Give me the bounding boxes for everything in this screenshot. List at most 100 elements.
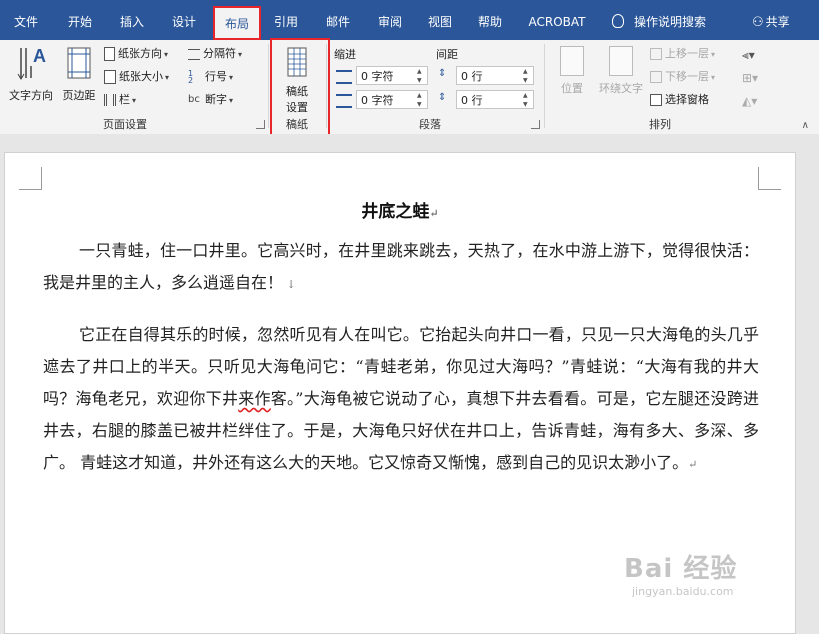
paragraph-2[interactable]: 它正在自得其乐的时候，忽然听见有人在叫它。它抬起头向井口一看，只见一只大海龟的头…: [43, 319, 759, 481]
group-objects-icon[interactable]: ⊞▾: [742, 71, 758, 85]
selection-pane-button[interactable]: 选择窗格: [650, 90, 709, 110]
ribbon-tab-bar: 文件 开始 插入 设计 布局 引用 邮件 审阅 视图 帮助 ACROBAT 操作…: [0, 0, 819, 40]
hyphenation-label: 断字: [205, 93, 227, 106]
spacing-after-icon: ⇕: [438, 92, 447, 103]
send-backward-button[interactable]: 下移一层 ▾: [650, 67, 715, 87]
spinner-arrows-icon[interactable]: ▲ ▼: [523, 91, 531, 109]
ribbon: A 文字方向 页边距 纸张方向 ▾ 纸张大小 ▾ 栏 ▾ 分隔符 ▾ 1 2 行号 ▾ bc 断…: [0, 40, 819, 135]
indent-left-icon: [336, 70, 352, 84]
margins-label: 页边距: [62, 89, 96, 102]
tab-view[interactable]: 视图: [420, 0, 460, 40]
indent-label: 缩进: [334, 48, 356, 61]
group-separator: [326, 44, 327, 128]
margins-icon: [67, 47, 91, 79]
hyphenation-button[interactable]: bc 断字 ▾: [188, 90, 233, 110]
draft-paper-label-line2: 设置: [286, 101, 308, 114]
document-title[interactable]: 井底之蛙↵: [5, 197, 795, 222]
tab-insert[interactable]: 插入: [112, 0, 152, 40]
margin-corner-mark: [19, 167, 42, 190]
tell-me-label: 操作说明搜索: [634, 15, 707, 29]
orientation-icon: [104, 47, 115, 61]
send-backward-icon: [650, 71, 662, 83]
margin-corner-mark: [758, 167, 781, 190]
orientation-button[interactable]: 纸张方向 ▾: [104, 44, 168, 64]
tab-acrobat[interactable]: ACROBAT: [522, 0, 592, 40]
paragraph-mark-icon: ↵: [429, 207, 439, 220]
paragraph-mark-icon: ↵: [688, 458, 698, 471]
tab-file[interactable]: 文件: [8, 0, 44, 40]
page-setup-launcher-icon[interactable]: [256, 120, 265, 129]
indent-left-input[interactable]: 0 字符 ▲ ▼: [356, 66, 428, 85]
hyphenation-icon: bc: [188, 94, 200, 105]
line-numbers-label: 行号: [205, 70, 227, 83]
indent-left-value: 0 字符: [361, 70, 394, 83]
spacing-before-value: 0 行: [461, 70, 483, 83]
spinner-arrows-icon[interactable]: ▲ ▼: [417, 67, 425, 85]
paragraph-group-label: 段落: [419, 118, 441, 131]
spinner-arrows-icon[interactable]: ▲ ▼: [417, 91, 425, 109]
text-direction-label: 文字方向: [9, 89, 53, 102]
align-icon[interactable]: ⫷▾: [742, 48, 755, 63]
tab-references[interactable]: 引用: [266, 0, 306, 40]
send-backward-label: 下移一层: [665, 70, 709, 83]
text-direction-button[interactable]: A 文字方向: [4, 44, 58, 103]
orientation-label: 纸张方向: [118, 47, 162, 60]
group-separator: [268, 44, 269, 128]
paragraph-launcher-icon[interactable]: [531, 120, 540, 129]
tab-review[interactable]: 审阅: [370, 0, 410, 40]
spacing-label: 间距: [436, 48, 458, 61]
draft-paper-settings-button[interactable]: 稿纸 设置: [274, 46, 320, 115]
paragraph-1[interactable]: 一只青蛙，住一口井里。它高兴时，在井里跳来跳去，天热了，在水中游上游下，觉得很快…: [43, 235, 759, 301]
wrap-text-label: 环绕文字: [599, 82, 643, 95]
rotate-icon[interactable]: ◭▾: [742, 94, 757, 108]
spacing-after-value: 0 行: [461, 94, 483, 107]
size-button[interactable]: 纸张大小 ▾: [104, 67, 169, 87]
group-separator: [544, 44, 545, 128]
tab-help[interactable]: 帮助: [470, 0, 510, 40]
tab-mailings[interactable]: 邮件: [318, 0, 358, 40]
position-button[interactable]: 位置: [552, 46, 592, 96]
tell-me-search[interactable]: 操作说明搜索: [612, 0, 706, 40]
selection-pane-icon: [650, 94, 662, 106]
watermark-url: jingyan.baidu.com: [632, 585, 734, 598]
columns-label: 栏: [119, 93, 130, 106]
page-setup-group-label: 页面设置: [103, 118, 147, 131]
baidu-watermark: Bai 经验 jingyan.baidu.com: [624, 548, 804, 608]
indent-right-value: 0 字符: [361, 94, 394, 107]
margins-button[interactable]: 页边距: [58, 44, 100, 103]
wrap-text-icon: [609, 46, 633, 76]
line-numbers-icon: 12: [188, 69, 194, 85]
position-icon: [560, 46, 584, 76]
columns-icon: [104, 94, 116, 106]
person-icon: ⚇: [752, 15, 764, 30]
tab-layout[interactable]: 布局: [215, 8, 259, 40]
draft-paper-label-line1: 稿纸: [286, 85, 308, 98]
indent-right-input[interactable]: 0 字符 ▲ ▼: [356, 90, 428, 109]
watermark-brand: Bai 经验: [624, 554, 738, 584]
draft-paper-group-label: 稿纸: [286, 118, 308, 131]
svg-text:A: A: [33, 46, 46, 66]
bring-forward-button[interactable]: 上移一层 ▾: [650, 44, 715, 64]
bring-forward-icon: [650, 48, 662, 60]
draft-paper-icon: [287, 47, 307, 77]
share-button[interactable]: ⚇ 共享: [752, 0, 790, 40]
document-title-text: 井底之蛙: [361, 202, 430, 222]
wrap-text-button[interactable]: 环绕文字: [594, 46, 648, 96]
spelling-squiggle[interactable]: 来作: [238, 389, 271, 408]
line-break-mark-icon: ↓: [283, 278, 296, 291]
spacing-after-input[interactable]: 0 行 ▲ ▼: [456, 90, 534, 109]
line-numbers-button[interactable]: 1 2 行号 ▾: [188, 67, 233, 87]
spinner-arrows-icon[interactable]: ▲ ▼: [523, 67, 531, 85]
spacing-before-input[interactable]: 0 行 ▲ ▼: [456, 66, 534, 85]
collapse-ribbon-icon[interactable]: ∧: [802, 120, 809, 131]
position-label: 位置: [561, 82, 583, 95]
paragraph-1-text: 一只青蛙，住一口井里。它高兴时，在井里跳来跳去，天热了，在水中游上游下，觉得很快…: [43, 241, 759, 292]
columns-button[interactable]: 栏 ▾: [104, 90, 136, 110]
indent-right-icon: [336, 94, 352, 108]
selection-pane-label: 选择窗格: [665, 93, 709, 106]
breaks-button[interactable]: 分隔符 ▾: [188, 44, 242, 64]
tab-design[interactable]: 设计: [164, 0, 204, 40]
tab-home[interactable]: 开始: [60, 0, 100, 40]
lightbulb-icon: [612, 14, 624, 28]
size-label: 纸张大小: [119, 70, 163, 83]
